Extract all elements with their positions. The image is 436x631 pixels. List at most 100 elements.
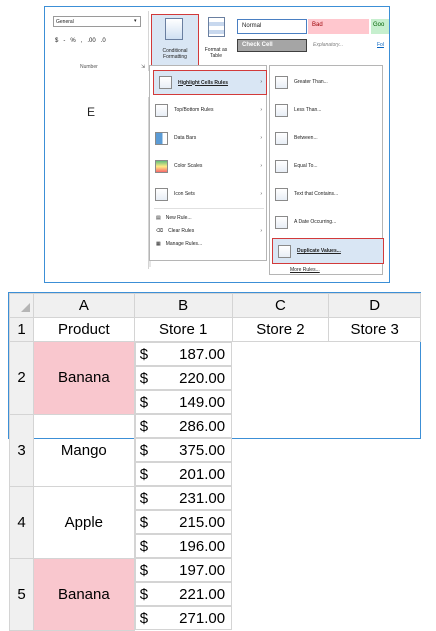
menu-item-manage-rules[interactable]: ▦ Manage Rules... [150, 237, 268, 251]
cell-value: 231.00 [179, 489, 226, 507]
cell-c2[interactable]: $220.00 [134, 366, 233, 390]
style-followed-hyperlink[interactable]: Fol [377, 42, 384, 48]
cell-d4[interactable]: $196.00 [134, 534, 233, 558]
cell-a3[interactable]: Mango [32, 413, 135, 487]
table-row: 3 Mango $286.00 $375.00 $201.00 [9, 413, 421, 487]
cell-value: 187.00 [179, 345, 226, 363]
dialog-launcher-icon[interactable]: ⇲ [141, 64, 145, 70]
cell-c5[interactable]: $221.00 [134, 582, 233, 606]
column-header-c[interactable]: C [231, 293, 330, 318]
cell-d5[interactable]: $271.00 [134, 606, 233, 630]
cell-d3[interactable]: $201.00 [134, 462, 233, 486]
submenu-arrow-icon: › [260, 163, 262, 169]
currency-button[interactable]: $ [55, 38, 58, 44]
column-header-a[interactable]: A [32, 293, 135, 318]
cell-a4[interactable]: Apple [32, 485, 135, 559]
row-header[interactable]: 5 [9, 557, 34, 631]
cell-value: 221.00 [179, 585, 226, 603]
submenu-item-equal-to[interactable]: Equal To... [270, 154, 384, 178]
cell-a2[interactable]: Banana [32, 341, 135, 415]
cell-a1[interactable]: Product [32, 317, 135, 342]
currency-symbol: $ [139, 585, 149, 603]
menu-item-data-bars[interactable]: Data Bars › [150, 128, 268, 148]
menu-item-color-scales[interactable]: Color Scales › [150, 156, 268, 176]
cell-b3[interactable]: $286.00 [134, 414, 233, 438]
style-check-cell[interactable]: Check Cell [237, 39, 307, 52]
sheet-grid: A B C D 1 Product Store 1 Store 2 Store … [9, 293, 421, 631]
table-row: 4 Apple $231.00 $215.00 $196.00 [9, 485, 421, 559]
text-contains-icon [275, 187, 288, 201]
currency-symbol: $ [139, 393, 149, 411]
cell-c4[interactable]: $215.00 [134, 510, 233, 534]
currency-symbol: $ [139, 345, 149, 363]
decrease-decimal-button[interactable]: .0 [101, 38, 106, 44]
number-buttons: $ - % , .00 .0 [55, 38, 106, 44]
style-normal[interactable]: Normal [237, 19, 307, 34]
submenu-item-less-than[interactable]: Less Than... [270, 98, 384, 122]
submenu-item-more-rules[interactable]: More Rules... [290, 267, 320, 273]
cell-c1[interactable]: Store 2 [231, 317, 330, 342]
top-bottom-rules-icon [155, 103, 168, 117]
number-format-dropdown[interactable]: General ▾ [53, 16, 141, 27]
cell-d2[interactable]: $149.00 [134, 390, 233, 414]
column-header-e: E [87, 105, 96, 119]
submenu-item-date-occurring[interactable]: A Date Occurring... [270, 210, 384, 234]
format-as-table-icon [208, 17, 225, 37]
currency-symbol: $ [139, 537, 149, 555]
cell-value: 201.00 [179, 465, 226, 483]
cell-b1[interactable]: Store 1 [133, 317, 233, 342]
cell-b2[interactable]: $187.00 [134, 342, 233, 366]
menu-item-clear-rules[interactable]: ⌫ Clear Rules › [150, 224, 268, 238]
select-all-corner[interactable] [9, 293, 34, 318]
cell-d1[interactable]: Store 3 [328, 317, 421, 342]
cell-b4[interactable]: $231.00 [134, 486, 233, 510]
column-header-d[interactable]: D [328, 293, 421, 318]
clear-rules-icon: ⌫ [156, 228, 164, 234]
currency-symbol: $ [139, 489, 149, 507]
submenu-item-duplicate-values[interactable]: Duplicate Values... [272, 238, 384, 264]
menu-item-new-rule[interactable]: ▤ New Rule... [150, 211, 268, 225]
cell-value: 197.00 [179, 561, 226, 579]
percent-button[interactable]: % [70, 38, 75, 44]
menu-item-highlight-cells-rules[interactable]: Highlight Cells Rules › [153, 70, 267, 95]
submenu-arrow-icon: › [260, 191, 262, 197]
comma-button[interactable]: , [81, 38, 83, 44]
row-header[interactable]: 3 [9, 413, 34, 487]
format-as-table-button[interactable]: Format as Table [200, 14, 232, 69]
submenu-item-greater-than[interactable]: Greater Than... [270, 70, 384, 94]
row-header[interactable]: 4 [9, 485, 34, 559]
currency-dropdown[interactable]: - [63, 38, 65, 44]
cell-value: 271.00 [179, 609, 226, 627]
menu-item-icon-sets[interactable]: Icon Sets › [150, 184, 268, 204]
cell-value: 220.00 [179, 369, 226, 387]
submenu-arrow-icon: › [260, 79, 262, 85]
conditional-formatting-menu: Highlight Cells Rules › Top/Bottom Rules… [149, 65, 267, 261]
cell-value: 196.00 [179, 537, 226, 555]
less-than-icon [275, 103, 288, 117]
table-row: 2 Banana $187.00 $220.00 $149.00 [9, 341, 421, 415]
style-bad[interactable]: Bad [308, 19, 369, 34]
spreadsheet: A B C D 1 Product Store 1 Store 2 Store … [8, 292, 421, 631]
currency-symbol: $ [139, 513, 149, 531]
submenu-arrow-icon: › [260, 228, 262, 234]
cell-b5[interactable]: $197.00 [134, 558, 233, 582]
submenu-item-text-contains[interactable]: Text that Contains... [270, 182, 384, 206]
menu-item-top-bottom-rules[interactable]: Top/Bottom Rules › [150, 100, 268, 120]
column-header-b[interactable]: B [133, 293, 233, 318]
table-row: 1 Product Store 1 Store 2 Store 3 [9, 317, 421, 342]
conditional-formatting-icon [165, 18, 183, 40]
style-explanatory[interactable]: Explanatory... [313, 42, 343, 48]
equal-to-icon [275, 159, 288, 173]
cell-a5[interactable]: Banana [32, 557, 135, 631]
increase-decimal-button[interactable]: .00 [87, 38, 95, 44]
style-good[interactable]: Goo [371, 19, 389, 34]
group-divider [148, 11, 149, 71]
conditional-formatting-button[interactable]: Conditional Formatting [151, 14, 199, 69]
row-header[interactable]: 2 [9, 341, 34, 415]
select-all-triangle-icon [20, 303, 30, 312]
row-header[interactable]: 1 [9, 317, 34, 342]
cell-value: 375.00 [179, 441, 226, 459]
cell-c3[interactable]: $375.00 [134, 438, 233, 462]
submenu-item-between[interactable]: Between... [270, 126, 384, 150]
cell-value: 286.00 [179, 417, 226, 435]
